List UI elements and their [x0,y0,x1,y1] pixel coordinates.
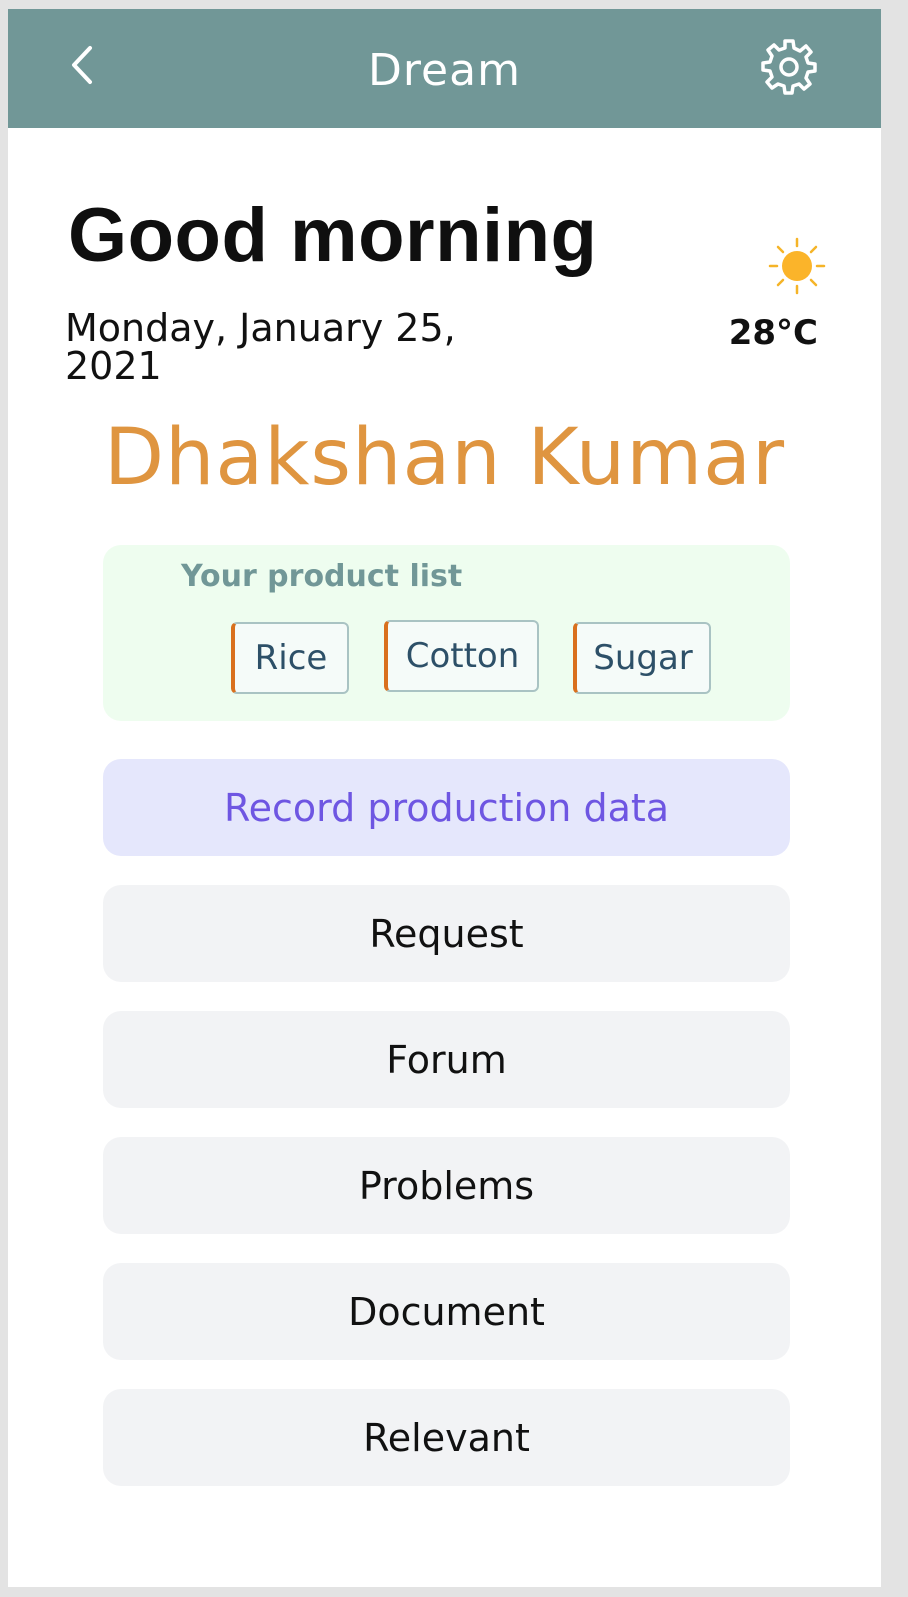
relevant-button[interactable]: Relevant [103,1389,790,1486]
document-button[interactable]: Document [103,1263,790,1360]
problems-button[interactable]: Problems [103,1137,790,1234]
gear-icon [759,37,819,102]
forum-button[interactable]: Forum [103,1011,790,1108]
product-chip-cotton[interactable]: Cotton [384,620,539,692]
product-chip-sugar[interactable]: Sugar [573,622,711,694]
product-list-card: Your product list Rice Cotton Sugar [103,545,790,721]
record-production-button[interactable]: Record production data [103,759,790,856]
temperature-text: 28°C [728,313,818,353]
app-bar: Dream [8,9,881,128]
app-title: Dream [368,45,521,96]
settings-button[interactable] [757,37,821,101]
sun-icon [768,237,826,295]
user-name: Dhakshan Kumar [103,413,786,503]
date-text: Monday, January 25, 2021 [65,306,456,388]
greeting-heading: Good morning [68,193,598,278]
app-screen: Dream Good morning Monday, January 25, 2… [8,9,881,1587]
product-list-title: Your product list [181,559,463,594]
product-chip-rice[interactable]: Rice [231,622,349,694]
request-button[interactable]: Request [103,885,790,982]
